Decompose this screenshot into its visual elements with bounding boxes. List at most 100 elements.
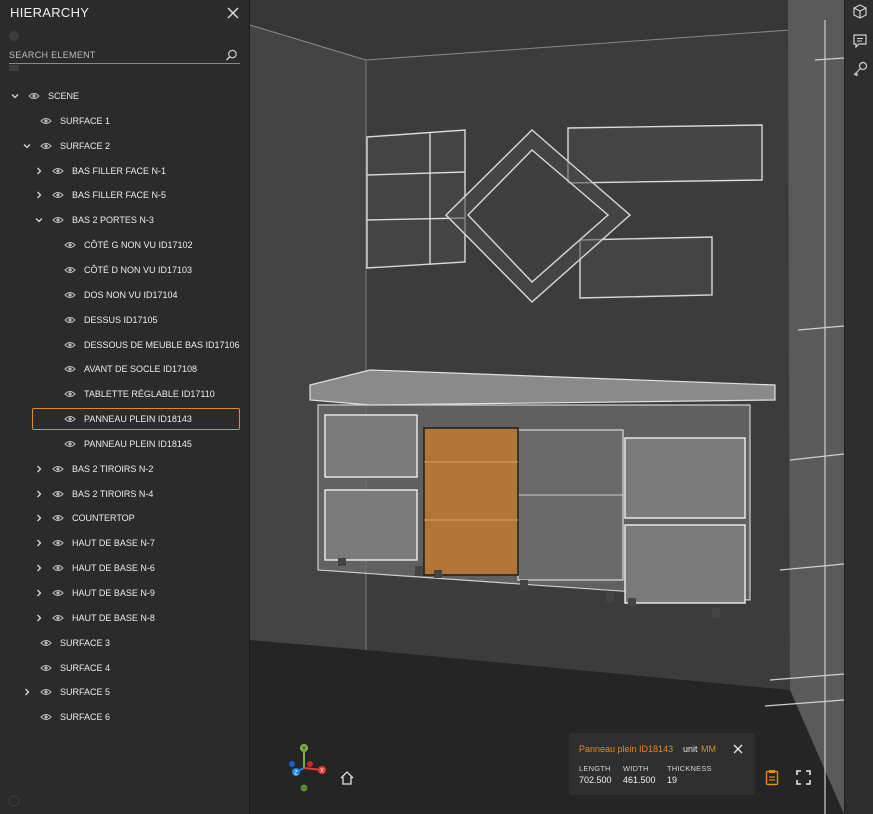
eye-icon[interactable] — [64, 315, 76, 325]
chevron-right-icon[interactable] — [34, 538, 44, 548]
chevron-right-icon[interactable] — [34, 166, 44, 176]
tree-item[interactable]: BAS 2 TIROIRS N-4 — [34, 483, 153, 505]
tree-item[interactable]: HAUT DE BASE N-8 — [34, 607, 155, 629]
tree-item[interactable]: BAS FILLER FACE N-5 — [34, 184, 166, 206]
close-icon[interactable] — [226, 6, 240, 20]
eye-icon[interactable] — [28, 91, 40, 101]
tree-item[interactable]: SURFACE 3 — [22, 632, 110, 654]
tree-item-label: PANNEAU PLEIN ID18145 — [84, 438, 192, 449]
tree-item-label: AVANT DE SOCLE ID17108 — [84, 364, 198, 375]
3d-viewport[interactable]: Y X Z — [250, 0, 844, 814]
tree-item[interactable]: HAUT DE BASE N-7 — [34, 532, 155, 554]
eye-icon[interactable] — [52, 538, 64, 548]
scene-render — [250, 0, 844, 814]
tree-item[interactable]: DOS NON VU ID17104 — [46, 284, 178, 306]
tree-item[interactable]: BAS 2 PORTES N-3 — [34, 209, 154, 231]
eye-icon[interactable] — [52, 588, 64, 598]
tree-item[interactable]: HAUT DE BASE N-6 — [34, 557, 155, 579]
eye-icon[interactable] — [64, 265, 76, 275]
tree-item-label: SURFACE 3 — [60, 637, 111, 648]
eye-icon[interactable] — [40, 712, 52, 722]
tree-item[interactable]: CÔTÉ D NON VU ID17103 — [46, 259, 192, 281]
cube-icon[interactable] — [851, 3, 869, 21]
tree-item[interactable]: SURFACE 6 — [22, 706, 110, 728]
chevron-right-icon[interactable] — [34, 588, 44, 598]
eye-icon[interactable] — [64, 414, 76, 424]
tree-item[interactable]: TABLETTE RÉGLABLE ID17110 — [46, 383, 215, 405]
highlighted-panel[interactable] — [423, 427, 519, 576]
eye-icon[interactable] — [40, 663, 52, 673]
search-input[interactable] — [9, 46, 219, 63]
home-icon[interactable] — [339, 770, 355, 786]
chevron-spacer — [46, 240, 56, 250]
eye-icon[interactable] — [52, 190, 64, 200]
tree-item[interactable]: CÔTÉ G NON VU ID17102 — [46, 234, 193, 256]
tree-item[interactable]: HAUT DE BASE N-9 — [34, 582, 155, 604]
eye-icon[interactable] — [52, 489, 64, 499]
thickness-label: THICKNESS — [667, 764, 712, 773]
comment-icon[interactable] — [851, 32, 869, 50]
unit-label: unit — [683, 744, 698, 754]
tree-item[interactable]: DESSUS ID17105 — [46, 309, 158, 331]
eye-icon[interactable] — [64, 389, 76, 399]
eye-icon[interactable] — [52, 513, 64, 523]
eye-icon[interactable] — [64, 439, 76, 449]
tree-item-label: SURFACE 1 — [60, 115, 111, 126]
tree-item[interactable]: PANNEAU PLEIN ID18145 — [46, 433, 192, 455]
eye-icon[interactable] — [52, 215, 64, 225]
base-cabinets — [309, 369, 776, 604]
width-value: 461.500 — [623, 775, 656, 785]
tree-item[interactable]: SURFACE 5 — [22, 681, 110, 703]
tree-item[interactable]: BAS FILLER FACE N-1 — [34, 160, 166, 182]
key-icon[interactable] — [851, 60, 869, 78]
chevron-right-icon[interactable] — [34, 513, 44, 523]
tree-item-label: SURFACE 6 — [60, 712, 111, 723]
tree-item[interactable]: SURFACE 1 — [22, 110, 110, 132]
tree-item[interactable]: DESSOUS DE MEUBLE BAS ID17106 — [46, 334, 240, 356]
chevron-right-icon[interactable] — [34, 190, 44, 200]
tree-item[interactable]: SCENE — [10, 85, 79, 107]
fullscreen-icon[interactable] — [796, 770, 811, 785]
search-box — [9, 46, 240, 64]
tree-item-label: CÔTÉ D NON VU ID17103 — [84, 264, 193, 275]
tree-item-label: HAUT DE BASE N-8 — [72, 612, 155, 623]
eye-icon[interactable] — [40, 638, 52, 648]
chevron-right-icon[interactable] — [34, 613, 44, 623]
eye-icon[interactable] — [52, 464, 64, 474]
chevron-right-icon[interactable] — [22, 687, 32, 697]
eye-icon[interactable] — [52, 613, 64, 623]
tree-item-label: SURFACE 5 — [60, 687, 111, 698]
close-icon[interactable] — [733, 744, 743, 754]
chevron-right-icon[interactable] — [34, 563, 44, 573]
tree-item[interactable]: AVANT DE SOCLE ID17108 — [46, 358, 197, 380]
unit-value[interactable]: MM — [701, 744, 716, 754]
chevron-down-icon[interactable] — [34, 215, 44, 225]
search-icon[interactable] — [225, 49, 238, 62]
eye-icon[interactable] — [52, 166, 64, 176]
eye-icon[interactable] — [64, 290, 76, 300]
eye-icon[interactable] — [40, 116, 52, 126]
clipboard-icon[interactable] — [765, 769, 779, 786]
length-value: 702.500 — [579, 775, 612, 785]
axis-z-label: Z — [294, 771, 298, 777]
eye-icon[interactable] — [40, 141, 52, 151]
eye-icon[interactable] — [64, 364, 76, 374]
eye-icon[interactable] — [52, 563, 64, 573]
chevron-down-icon[interactable] — [22, 141, 32, 151]
chevron-spacer — [22, 712, 32, 722]
eye-icon[interactable] — [40, 687, 52, 697]
tree-item[interactable]: BAS 2 TIROIRS N-2 — [34, 458, 153, 480]
tree-item[interactable]: SURFACE 4 — [22, 657, 110, 679]
tree-item-label: SURFACE 2 — [60, 140, 111, 151]
tree-item-label: BAS 2 TIROIRS N-2 — [72, 463, 154, 474]
tree-item[interactable]: COUNTERTOP — [34, 507, 135, 529]
tree-item[interactable]: SURFACE 2 — [22, 135, 110, 157]
eye-icon[interactable] — [64, 240, 76, 250]
chevron-right-icon[interactable] — [34, 489, 44, 499]
tree-item[interactable]: PANNEAU PLEIN ID18143 — [32, 408, 240, 431]
faded-layer-icon — [9, 65, 19, 71]
chevron-down-icon[interactable] — [10, 91, 20, 101]
eye-icon[interactable] — [64, 340, 76, 350]
chevron-right-icon[interactable] — [34, 464, 44, 474]
axis-gizmo[interactable]: Y X Z — [278, 742, 330, 794]
